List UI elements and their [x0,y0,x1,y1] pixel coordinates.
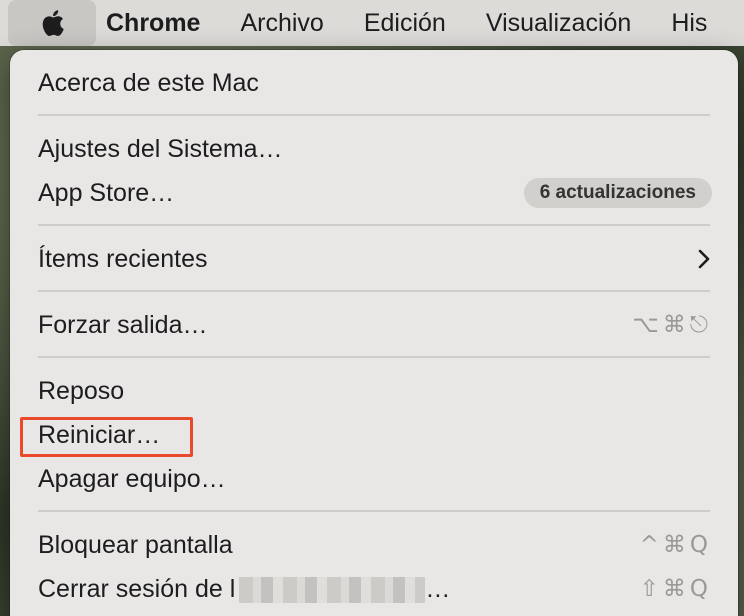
redacted-username [239,576,426,603]
menu-separator [38,356,710,358]
menu-separator [38,290,710,292]
menu-item-sleep[interactable]: Reposo [10,369,738,413]
menu-item-force-quit[interactable]: Forzar salida… ⌥⌘⎋ [10,303,738,347]
menu-item-label: Apagar equipo… [38,464,226,493]
menu-item-about[interactable]: Acerca de este Mac [10,61,738,105]
menu-item-label: Ajustes del Sistema… [38,134,283,163]
apple-menu-dropdown: Acerca de este Mac Ajustes del Sistema… … [10,50,738,616]
apple-logo-icon [42,10,64,36]
menu-item-label: Reposo [38,376,125,405]
keyboard-shortcut: ^⌘Q [639,532,712,558]
logout-label-ellipsis: … [425,574,451,603]
apple-menu-button[interactable] [8,0,96,46]
menu-item-label: Bloquear pantalla [38,530,233,559]
menu-item-logout[interactable]: Cerrar sesión de l … ⇧⌘Q [10,567,738,611]
menu-separator [38,114,710,116]
menu-item-label: Acerca de este Mac [38,68,259,97]
menu-item-label: Cerrar sesión de l … [38,575,640,604]
menu-edicion[interactable]: Edición [344,0,466,46]
menu-item-label: App Store… [38,178,175,207]
keyboard-shortcut: ⇧⌘Q [639,576,712,602]
keyboard-shortcut: ⌥⌘⎋ [632,312,712,338]
menu-bar: Chrome Archivo Edición Visualización His [0,0,744,46]
updates-badge: 6 actualizaciones [523,178,712,208]
menu-visualizacion[interactable]: Visualización [466,0,651,46]
restart-highlight-box [20,417,193,457]
menu-chrome[interactable]: Chrome [96,0,220,46]
menu-separator [38,510,710,512]
menu-item-shutdown[interactable]: Apagar equipo… [10,457,738,501]
menu-historial[interactable]: His [651,0,727,46]
chevron-right-icon [698,249,710,269]
menu-item-label: Ítems recientes [38,244,208,273]
menu-item-label: Forzar salida… [38,310,208,339]
logout-label-text: Cerrar sesión de l [38,574,236,603]
menu-item-recent-items[interactable]: Ítems recientes [10,237,738,281]
menu-item-app-store[interactable]: App Store… 6 actualizaciones [10,171,738,215]
menu-separator [38,224,710,226]
menu-item-lock-screen[interactable]: Bloquear pantalla ^⌘Q [10,523,738,567]
menu-item-settings[interactable]: Ajustes del Sistema… [10,127,738,171]
menu-archivo[interactable]: Archivo [220,0,343,46]
